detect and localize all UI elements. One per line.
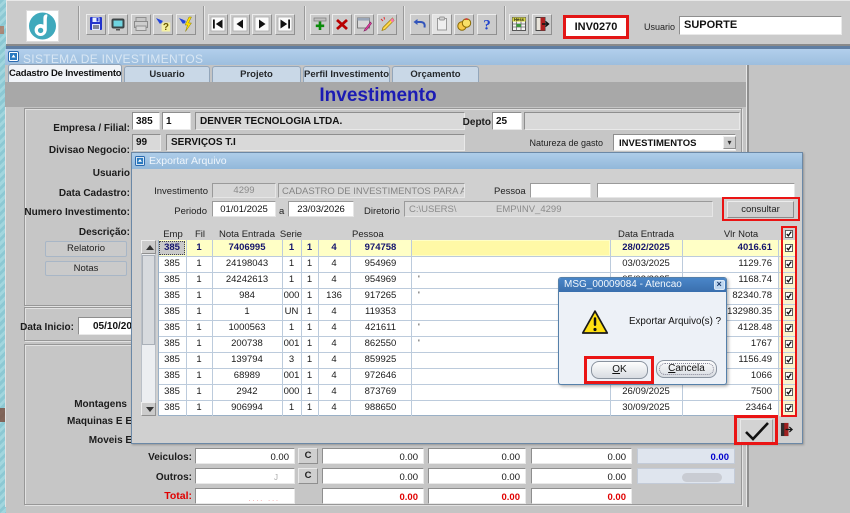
svg-text:?: ? [163,22,169,32]
svg-text:?: ? [483,18,491,33]
svg-text:Hess: Hess [514,17,525,22]
